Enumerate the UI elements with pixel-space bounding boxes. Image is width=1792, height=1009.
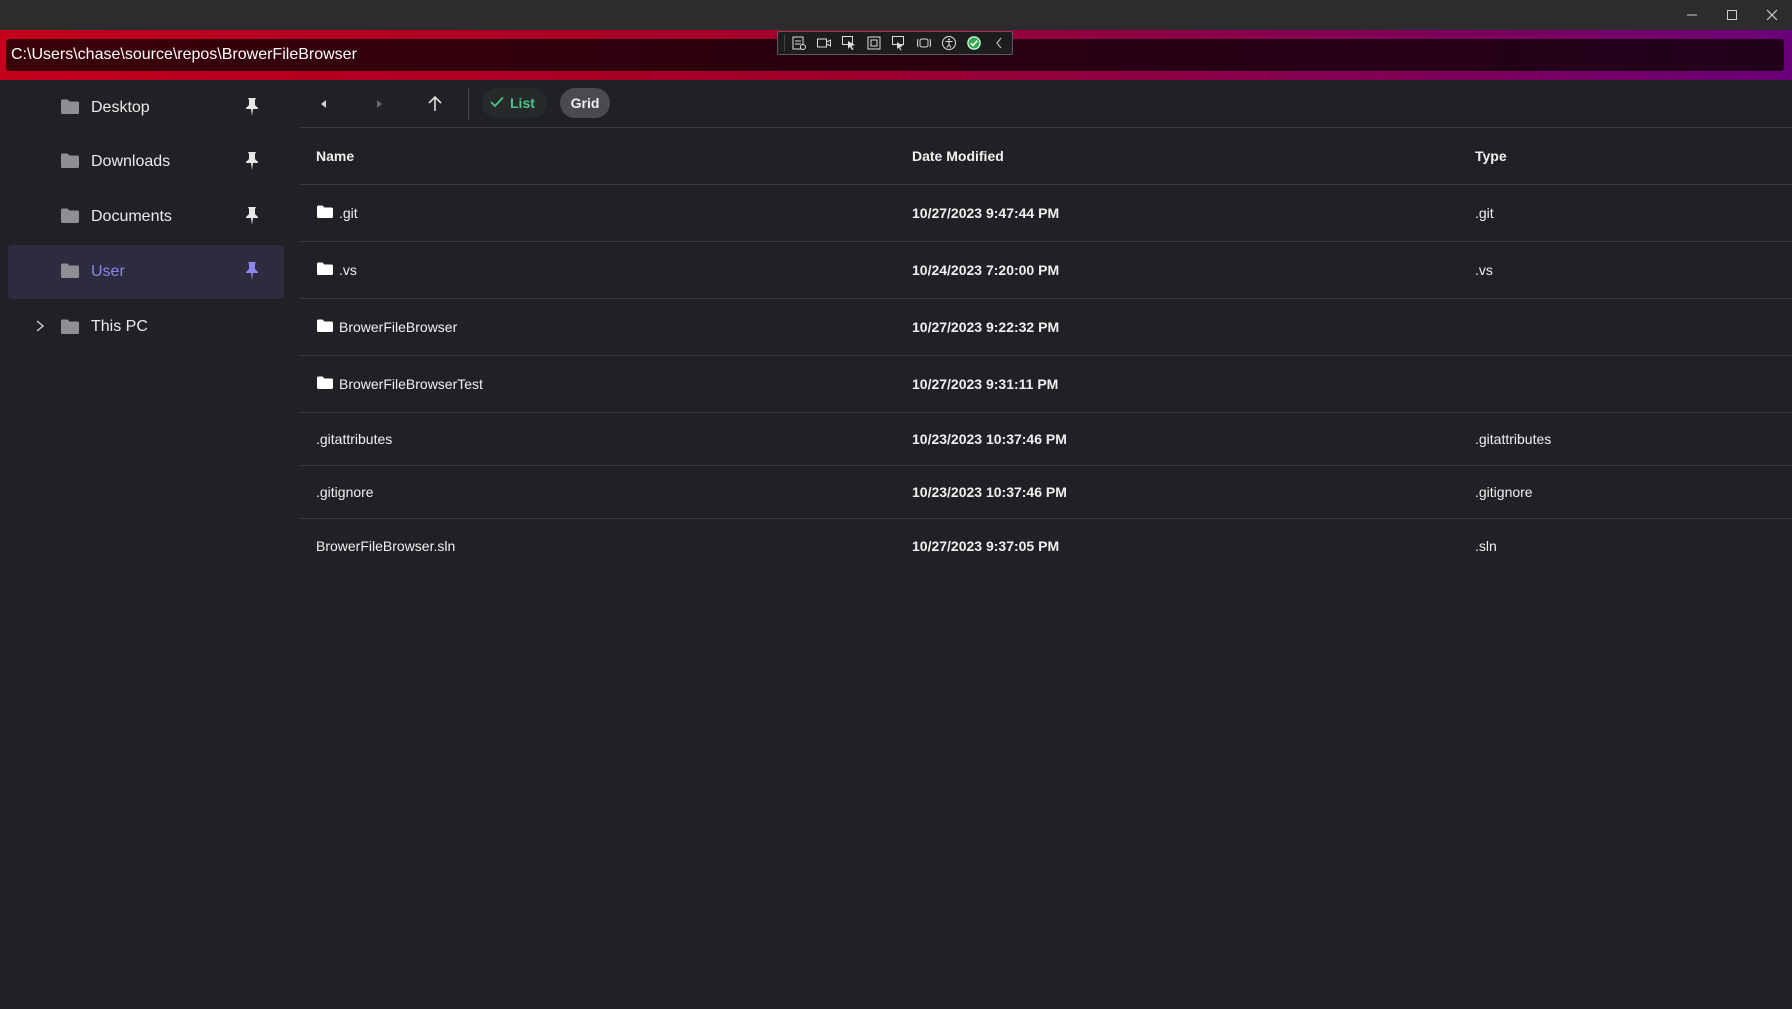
folder-icon [60,318,80,340]
sidebar-item-label: Downloads [91,153,171,170]
live-tree-icon[interactable] [787,32,812,54]
file-name-cell: BrowerFileBrowserTest [316,356,483,412]
close-icon [1766,9,1778,21]
folder-icon [60,207,80,229]
file-name-cell: .gitattributes [316,431,393,447]
folder-icon [60,262,80,284]
date-modified-cell: 10/27/2023 9:37:05 PM [912,537,1060,554]
date-modified-cell: 10/23/2023 10:37:46 PM [912,431,1067,447]
sidebar-item-label: User [91,263,125,280]
type-cell: .gitignore [1475,484,1533,500]
file-name-cell: .vs [316,242,357,298]
table-row[interactable]: .git 10/27/2023 9:47:44 PM .git [300,185,1792,242]
toolbar-divider [468,88,469,120]
pin-icon[interactable] [244,206,260,231]
table-header: Name Date Modified Type [300,128,1792,185]
file-name-cell: BrowerFileBrowser.sln [316,537,456,554]
back-button[interactable] [312,92,336,116]
type-cell: .gitattributes [1475,431,1552,447]
list-view-button[interactable]: List [482,88,547,118]
title-bar [0,0,1792,30]
grid-view-label: Grid [570,95,600,111]
file-name: BrowerFileBrowserTest [339,376,483,392]
grid-view-button[interactable]: Grid [560,88,610,118]
column-header-name[interactable]: Name [316,128,354,184]
table-row[interactable]: BrowerFileBrowserTest 10/27/2023 9:31:11… [300,356,1792,413]
list-view-label: List [510,95,535,111]
pin-icon[interactable] [244,151,260,176]
type-cell: .git [1475,205,1494,221]
type-cell: .sln [1475,537,1497,554]
date-modified-cell: 10/23/2023 10:37:46 PM [912,484,1067,500]
toolbar: List Grid [300,80,1792,126]
sidebar-item-this-pc[interactable]: This PC [8,304,284,350]
pin-icon[interactable] [244,261,260,286]
track-focus-icon[interactable] [887,32,912,54]
sidebar-item-label: Desktop [91,99,150,116]
sidebar-item-label: This PC [91,318,148,335]
window-controls [1672,0,1792,30]
hot-reload-icon[interactable] [912,32,937,54]
debug-toolbar [777,31,1013,55]
up-arrow-icon [428,95,442,111]
table-row[interactable]: BrowerFileBrowser 10/27/2023 9:22:32 PM [300,299,1792,356]
folder-icon [60,152,80,174]
close-button[interactable] [1752,0,1792,30]
checkmark-status-icon[interactable] [962,32,987,54]
record-icon[interactable] [812,32,837,54]
column-header-date[interactable]: Date Modified [912,128,1004,184]
table-row[interactable]: BrowerFileBrowser.sln 10/27/2023 9:37:05… [300,519,1792,572]
table-row[interactable]: .vs 10/24/2023 7:20:00 PM .vs [300,242,1792,299]
select-element-icon[interactable] [837,32,862,54]
layout-adorner-icon[interactable] [862,32,887,54]
table-row[interactable]: .gitattributes 10/23/2023 10:37:46 PM .g… [300,413,1792,466]
file-name: .vs [339,262,357,278]
pin-icon[interactable] [244,97,260,122]
file-name-cell: .git [316,185,358,241]
file-name-cell: BrowerFileBrowser [316,299,457,355]
check-icon [490,95,504,111]
collapse-toolbar-icon[interactable] [987,32,1012,54]
folder-icon [316,375,334,393]
column-header-type[interactable]: Type [1475,128,1507,184]
forward-arrow-icon [377,100,382,108]
sidebar: Desktop Downloads Documents User This PC [0,80,292,1009]
sidebar-item-desktop[interactable]: Desktop [8,81,284,135]
minimize-icon [1687,14,1697,16]
chevron-right-icon[interactable] [34,319,46,338]
minimize-button[interactable] [1672,0,1712,30]
type-cell: .vs [1475,262,1493,278]
toolbar-grip [784,35,785,51]
folder-icon [316,204,334,222]
maximize-button[interactable] [1712,0,1752,30]
folder-icon [316,318,334,336]
date-modified-cell: 10/27/2023 9:47:44 PM [912,205,1060,221]
back-arrow-icon [321,100,326,108]
date-modified-cell: 10/27/2023 9:31:11 PM [912,376,1059,392]
accessibility-icon[interactable] [937,32,962,54]
folder-icon [60,98,80,120]
sidebar-item-user[interactable]: User [8,245,284,299]
sidebar-item-downloads[interactable]: Downloads [8,135,284,189]
table-row[interactable]: .gitignore 10/23/2023 10:37:46 PM .gitig… [300,466,1792,519]
forward-button[interactable] [367,92,391,116]
folder-icon [316,261,334,279]
sidebar-item-label: Documents [91,208,172,225]
maximize-icon [1727,10,1737,20]
date-modified-cell: 10/24/2023 7:20:00 PM [912,262,1060,278]
file-name: BrowerFileBrowser [339,319,458,335]
file-name-cell: .gitignore [316,484,374,500]
sidebar-item-documents[interactable]: Documents [8,190,284,244]
file-table: Name Date Modified Type .git 10/27/2023 … [300,127,1792,554]
date-modified-cell: 10/27/2023 9:22:32 PM [912,319,1060,335]
up-button[interactable] [423,92,447,116]
main-pane: List Grid Name Date Modified Type .git 1… [300,80,1792,1009]
file-name: .git [339,205,358,221]
